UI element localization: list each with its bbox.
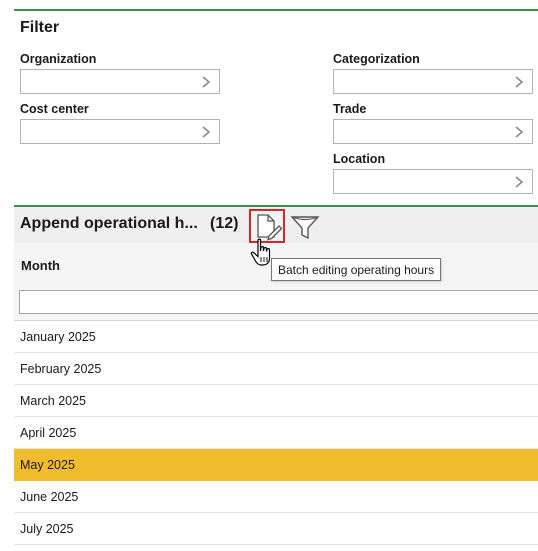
cost-center-label: Cost center xyxy=(20,102,89,116)
month-cell: July 2025 xyxy=(20,521,74,536)
batch-edit-icon xyxy=(257,214,283,241)
month-column-header[interactable]: Month xyxy=(21,258,60,273)
chevron-right-icon xyxy=(515,126,524,138)
month-cell: June 2025 xyxy=(20,489,79,504)
table-row[interactable]: July 2025 xyxy=(14,513,538,545)
table-row[interactable]: April 2025 xyxy=(14,417,538,449)
table-row[interactable]: January 2025 xyxy=(14,321,538,353)
month-search-input[interactable] xyxy=(19,290,538,314)
filter-title: Filter xyxy=(20,19,60,36)
month-cell: April 2025 xyxy=(20,425,77,440)
table-row[interactable]: June 2025 xyxy=(14,481,538,513)
batch-edit-tooltip: Batch editing operating hours xyxy=(271,258,442,281)
month-cell: March 2025 xyxy=(20,393,87,408)
month-cell: February 2025 xyxy=(20,361,102,376)
month-list: January 2025 February 2025 March 2025 April… xyxy=(14,321,538,545)
trade-label: Trade xyxy=(333,102,367,116)
table-row[interactable]: May 2025 xyxy=(14,449,538,481)
funnel-icon[interactable] xyxy=(290,212,320,242)
chevron-right-icon xyxy=(202,126,211,138)
table-row[interactable]: February 2025 xyxy=(14,353,538,385)
categorization-field[interactable] xyxy=(333,69,533,94)
month-cell: May 2025 xyxy=(20,457,75,472)
record-count: (12) xyxy=(210,215,239,232)
hand-pointer-icon xyxy=(250,238,271,266)
organization-field[interactable] xyxy=(20,69,220,94)
table-row[interactable]: March 2025 xyxy=(14,385,538,417)
chevron-right-icon xyxy=(202,76,211,88)
filter-top-divider xyxy=(14,9,538,11)
trade-field[interactable] xyxy=(333,119,533,144)
cost-center-field[interactable] xyxy=(20,119,220,144)
categorization-label: Categorization xyxy=(333,52,420,66)
location-label: Location xyxy=(333,152,386,166)
chevron-right-icon xyxy=(515,176,524,188)
chevron-right-icon xyxy=(515,76,524,88)
month-cell: January 2025 xyxy=(20,329,96,344)
section-title: Append operational h... xyxy=(20,215,198,232)
organization-label: Organization xyxy=(20,52,97,66)
location-field[interactable] xyxy=(333,169,533,194)
